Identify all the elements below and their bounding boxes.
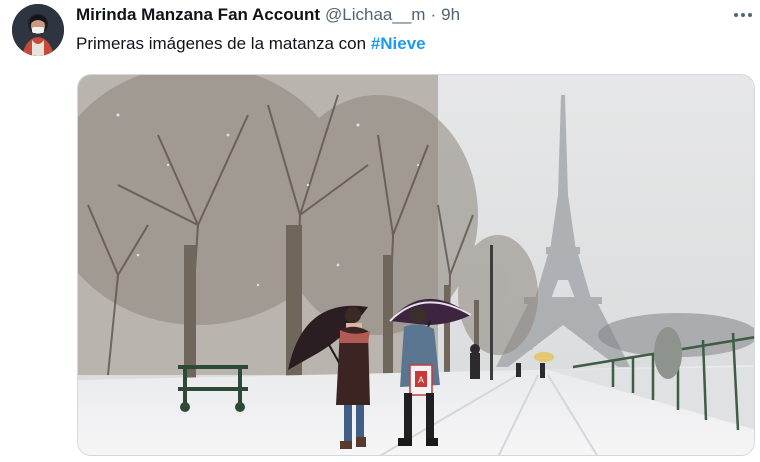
user-handle[interactable]: @Lichaa__m [325,5,425,25]
tweet-photo[interactable]: A [77,74,755,456]
avatar[interactable] [12,4,64,56]
hashtag-link[interactable]: #Nieve [371,34,426,53]
more-options-icon [734,13,752,17]
shopping-bag-print: A [418,375,424,385]
timestamp[interactable]: 9h [441,5,460,25]
tweet-text: Primeras imágenes de la matanza con #Nie… [76,34,426,54]
display-name[interactable]: Mirinda Manzana Fan Account [76,5,320,25]
photo-icon: A [78,75,754,455]
more-options-button[interactable] [731,4,755,26]
profile-avatar-icon [12,4,64,56]
tweet-header: Mirinda Manzana Fan Account @Lichaa__m ·… [76,5,460,27]
tweet-text-body: Primeras imágenes de la matanza con [76,34,371,53]
separator-dot: · [430,5,437,24]
tweet: Mirinda Manzana Fan Account @Lichaa__m ·… [0,0,760,462]
